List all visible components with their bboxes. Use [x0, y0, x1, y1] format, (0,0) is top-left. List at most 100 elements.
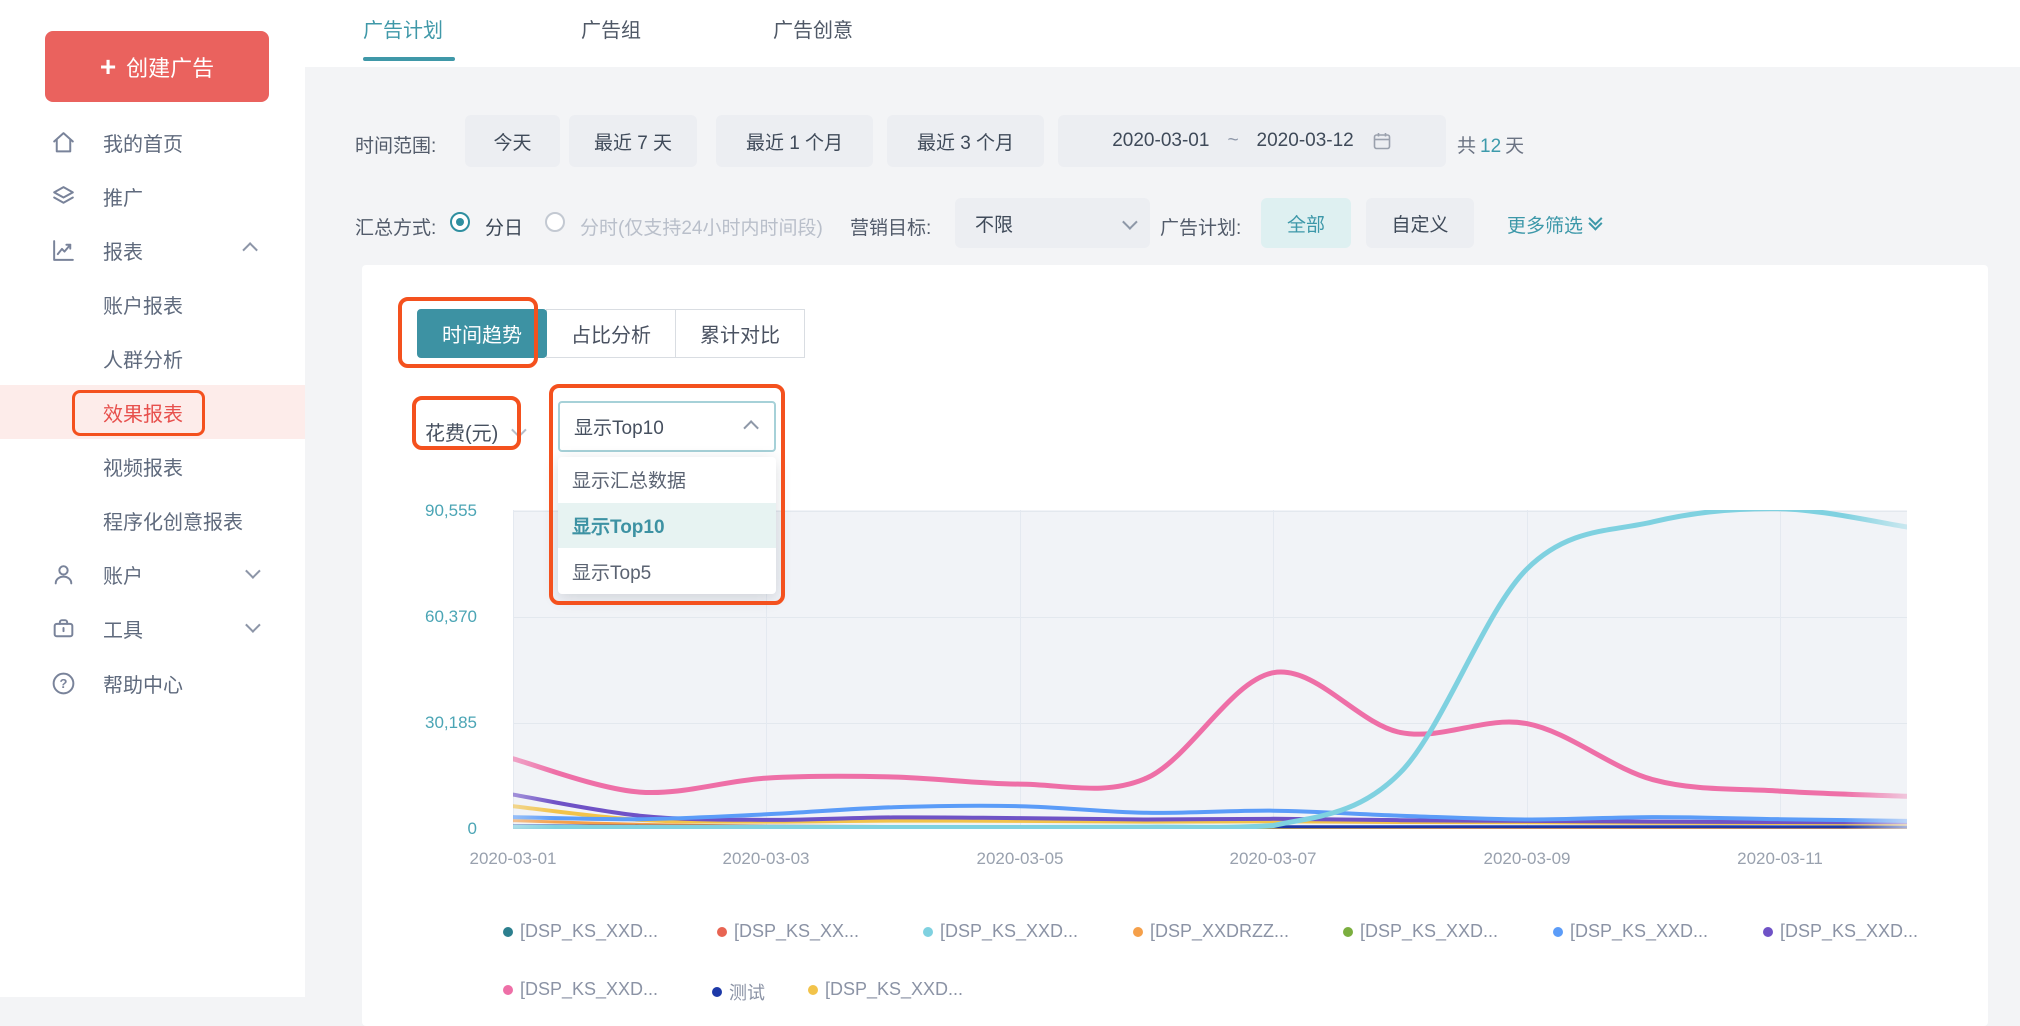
sidebar-item-help-center[interactable]: ? 帮助中心 — [0, 656, 305, 710]
quick-range-today[interactable]: 今天 — [465, 115, 560, 167]
chevron-down-icon — [246, 619, 257, 637]
legend-dot-icon — [1343, 927, 1353, 937]
top-display-value: 显示Top10 — [574, 413, 664, 440]
total-days-value: 12 — [1476, 136, 1505, 157]
quick-range-3-months[interactable]: 最近 3 个月 — [887, 115, 1044, 167]
quick-range-1-month[interactable]: 最近 1 个月 — [716, 115, 873, 167]
home-icon — [48, 127, 78, 157]
chart-legend-row: [DSP_KS_XXD... [DSP_KS_XX... [DSP_KS_XXD..… — [362, 921, 1988, 945]
sidebar-item-account-report[interactable]: 账户报表 — [0, 277, 305, 331]
sidebar-item-audience-analysis[interactable]: 人群分析 — [0, 331, 305, 385]
legend-item[interactable]: 测试 — [712, 979, 765, 1005]
create-ad-button[interactable]: + 创建广告 — [45, 31, 269, 102]
user-icon — [48, 559, 78, 589]
legend-item[interactable]: [DSP_KS_XXD... — [1343, 921, 1498, 942]
date-tilde: ~ — [1227, 130, 1238, 152]
chevron-up-icon — [743, 420, 759, 436]
radio-by-hour[interactable] — [545, 212, 565, 232]
legend-dot-icon — [503, 927, 513, 937]
tab-ad-group[interactable]: 广告组 — [581, 14, 641, 43]
sidebar: + 创建广告 我的首页推广报表账户报表人群分析效果报表视频报表程序化创意报表账户… — [0, 0, 305, 997]
plan-all-button[interactable]: 全部 — [1261, 198, 1351, 248]
marketing-goal-select[interactable]: 不限 — [955, 198, 1150, 248]
marketing-goal-value: 不限 — [975, 210, 1013, 237]
legend-item[interactable]: [DSP_KS_XXD... — [808, 979, 963, 1000]
ads-report-page: + 创建广告 我的首页推广报表账户报表人群分析效果报表视频报表程序化创意报表账户… — [0, 0, 2020, 1026]
more-filters-link[interactable]: 更多筛选 — [1507, 211, 1599, 238]
legend-dot-icon — [503, 985, 513, 995]
legend-item[interactable]: [DSP_XXDRZZ... — [1133, 921, 1289, 942]
active-tab-underline — [363, 57, 455, 61]
sidebar-item-promotion[interactable]: 推广 — [0, 169, 305, 223]
sidebar-item-label: 人群分析 — [103, 344, 183, 373]
sidebar-item-label: 效果报表 — [103, 398, 183, 427]
date-end: 2020-03-12 — [1257, 130, 1354, 152]
chart-tab-cumulative[interactable]: 累计对比 — [675, 309, 805, 358]
legend-label: [DSP_KS_XXD... — [1780, 921, 1918, 942]
x-axis-tick: 2020-03-07 — [1230, 849, 1317, 869]
sidebar-item-programmatic-creative-report[interactable]: 程序化创意报表 — [0, 493, 305, 547]
sidebar-item-account[interactable]: 账户 — [0, 547, 305, 601]
sidebar-item-label: 视频报表 — [103, 452, 183, 481]
summary-mode-label: 汇总方式: — [355, 213, 436, 240]
layers-icon — [48, 181, 78, 211]
help-icon: ? — [48, 668, 78, 698]
legend-item[interactable]: [DSP_KS_XX... — [717, 921, 859, 942]
legend-label: [DSP_KS_XXD... — [1360, 921, 1498, 942]
sidebar-item-label: 账户 — [103, 560, 143, 589]
sidebar-item-tools[interactable]: 工具 — [0, 601, 305, 655]
sidebar-item-label: 帮助中心 — [103, 669, 183, 698]
legend-item[interactable]: [DSP_KS_XXD... — [923, 921, 1078, 942]
legend-dot-icon — [717, 927, 727, 937]
tab-ad-plan[interactable]: 广告计划 — [363, 14, 443, 43]
date-range-picker[interactable]: 2020-03-01 ~ 2020-03-12 — [1058, 115, 1446, 167]
metric-label: 花费(元) — [425, 417, 498, 446]
sidebar-item-my-home[interactable]: 我的首页 — [0, 115, 305, 169]
sidebar-item-label: 程序化创意报表 — [103, 506, 243, 535]
chevron-down-icon — [246, 565, 257, 583]
total-days: 共12天 — [1457, 131, 1524, 158]
chart-tab-proportion[interactable]: 占比分析 — [546, 309, 676, 358]
tab-ad-creative[interactable]: 广告创意 — [773, 14, 853, 43]
y-axis-tick: 60,370 — [402, 607, 477, 627]
x-axis-tick: 2020-03-03 — [723, 849, 810, 869]
dropdown-option-1[interactable]: 显示Top10 — [558, 503, 776, 549]
chevron-down-icon — [1122, 214, 1138, 230]
dropdown-option-2[interactable]: 显示Top5 — [558, 548, 776, 594]
calendar-icon — [1372, 131, 1392, 151]
legend-dot-icon — [923, 927, 933, 937]
radio-by-day[interactable] — [450, 212, 470, 232]
x-axis-tick: 2020-03-11 — [1737, 849, 1823, 869]
sidebar-item-reports[interactable]: 报表 — [0, 223, 305, 277]
x-axis-tick: 2020-03-05 — [977, 849, 1064, 869]
top-display-select[interactable]: 显示Top10 — [558, 401, 776, 452]
chart-tab-group: 时间趋势占比分析累计对比 — [418, 309, 805, 358]
legend-item[interactable]: [DSP_KS_XXD... — [1553, 921, 1708, 942]
metric-selector[interactable]: 花费(元) — [425, 411, 523, 451]
svg-text:?: ? — [59, 676, 67, 691]
quick-range-7-days[interactable]: 最近 7 天 — [569, 115, 697, 167]
legend-dot-icon — [712, 987, 722, 997]
sidebar-item-video-report[interactable]: 视频报表 — [0, 439, 305, 493]
marketing-goal-label: 营销目标: — [850, 213, 931, 240]
sidebar-item-label: 工具 — [103, 614, 143, 643]
time-range-label: 时间范围: — [355, 131, 436, 158]
plan-custom-button[interactable]: 自定义 — [1366, 198, 1474, 248]
legend-dot-icon — [808, 985, 818, 995]
chevron-up-icon — [246, 241, 257, 259]
legend-label: [DSP_KS_XX... — [734, 921, 859, 942]
legend-dot-icon — [1763, 927, 1773, 937]
legend-item[interactable]: [DSP_KS_XXD... — [503, 979, 658, 1000]
sidebar-item-effect-report[interactable]: 效果报表 — [0, 385, 305, 439]
legend-item[interactable]: [DSP_KS_XXD... — [503, 921, 658, 942]
legend-dot-icon — [1553, 927, 1563, 937]
dropdown-option-0[interactable]: 显示汇总数据 — [558, 457, 776, 503]
filter-bar: 时间范围: 今天最近 7 天最近 1 个月最近 3 个月 2020-03-01 … — [305, 67, 2020, 265]
legend-item[interactable]: [DSP_KS_XXD... — [1763, 921, 1918, 942]
chart-tab-time-trend[interactable]: 时间趋势 — [417, 309, 547, 358]
by-hour-label: 分时(仅支持24小时内时间段) — [580, 213, 823, 240]
toolbox-icon — [48, 613, 78, 643]
top-tab-bar: 广告计划 广告组 广告创意 — [305, 0, 2020, 67]
y-axis-tick: 90,555 — [402, 501, 477, 521]
double-chevron-down-icon — [1589, 220, 1599, 230]
